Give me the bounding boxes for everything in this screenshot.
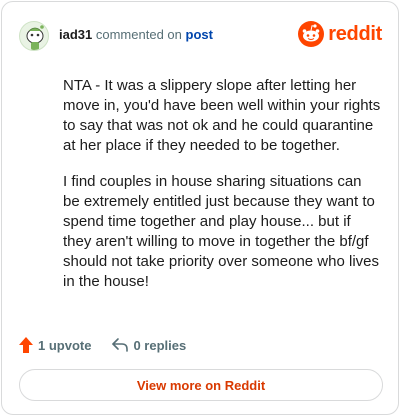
reply-button[interactable]: 0 replies (111, 337, 186, 353)
username[interactable]: iad31 (59, 27, 92, 42)
reddit-brand[interactable]: reddit (298, 21, 382, 47)
commented-label: commented on (95, 27, 182, 42)
snoo-avatar-icon[interactable] (19, 21, 49, 51)
post-link[interactable]: post (186, 27, 213, 42)
reddit-wordmark: reddit (328, 22, 382, 45)
comment-paragraph: I find couples in house sharing situatio… (63, 173, 379, 290)
comment-paragraph: NTA - It was a slippery slope after lett… (63, 77, 381, 154)
comment-body: NTA - It was a slippery slope after lett… (63, 76, 381, 308)
upvote-button[interactable]: 1 upvote (18, 336, 91, 354)
comment-header: iad31 commented on post reddit (19, 19, 382, 53)
view-more-button[interactable]: View more on Reddit (19, 369, 383, 401)
reply-count: 0 replies (133, 337, 187, 353)
comment-meta: iad31 commented on post (59, 27, 213, 43)
upvote-arrow-icon (19, 337, 33, 353)
reply-icon (112, 338, 129, 352)
upvote-count: 1 upvote (38, 337, 92, 353)
embed-card: iad31 commented on post reddit NTA - It … (1, 1, 399, 415)
reddit-logo-icon (298, 21, 325, 47)
comment-footer: 1 upvote 0 replies (18, 335, 186, 355)
